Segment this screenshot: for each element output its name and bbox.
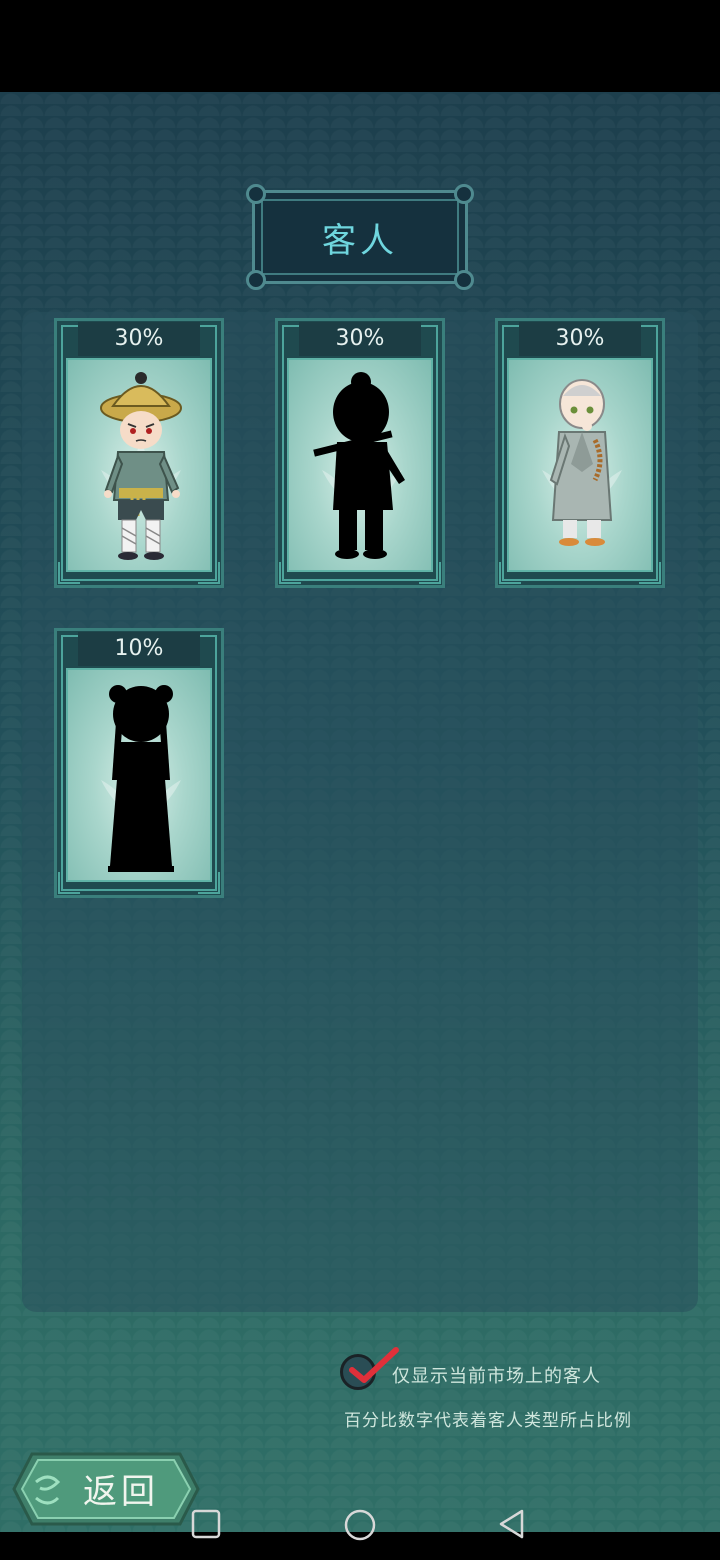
game-screen: 客人 30% 30% 30% 10% 仅显示当前市场上的客人 百分比数字代表着客… xyxy=(0,92,720,1532)
card-art xyxy=(287,358,433,572)
plaque-ornament xyxy=(246,184,266,204)
card-art xyxy=(507,358,653,572)
card-ornament xyxy=(639,562,661,584)
monk-figure xyxy=(549,379,613,546)
customer-card-farmer[interactable]: 30% xyxy=(54,318,224,588)
percent-note: 百分比数字代表着客人类型所占比例 xyxy=(344,1411,632,1431)
home-icon[interactable] xyxy=(343,1508,377,1542)
customer-panel: 30% 30% 30% 10% xyxy=(22,312,698,1312)
customer-percent: 30% xyxy=(78,322,200,356)
card-ornament xyxy=(499,562,521,584)
customer-percent: 30% xyxy=(519,322,641,356)
page-title: 客人 xyxy=(322,220,398,261)
card-art xyxy=(66,358,212,572)
card-ornament xyxy=(58,562,80,584)
recent-apps-icon[interactable] xyxy=(190,1508,222,1540)
customer-card-swordsman[interactable]: 30% xyxy=(275,318,445,588)
back-icon[interactable] xyxy=(496,1508,528,1540)
card-ornament xyxy=(279,562,301,584)
silhouette-lady-figure xyxy=(108,685,174,872)
plaque-ornament xyxy=(454,184,474,204)
customer-percent: 30% xyxy=(299,322,421,356)
plaque-ornament xyxy=(454,270,474,290)
show-market-only-checkbox[interactable] xyxy=(340,1347,399,1394)
show-market-only-label[interactable]: 仅显示当前市场上的客人 xyxy=(392,1362,601,1388)
silhouette-swordsman-figure xyxy=(313,372,405,559)
customer-percent: 10% xyxy=(78,632,200,666)
card-ornament xyxy=(58,872,80,894)
card-ornament xyxy=(419,562,441,584)
customer-card-monk[interactable]: 30% xyxy=(495,318,665,588)
status-bar xyxy=(0,0,720,92)
customer-card-lady[interactable]: 10% xyxy=(54,628,224,898)
farmer-figure xyxy=(100,372,182,560)
card-art xyxy=(66,668,212,882)
title-plaque: 客人 xyxy=(246,184,474,290)
system-nav-bar xyxy=(0,1500,720,1560)
plaque-ornament xyxy=(246,270,266,290)
card-ornament xyxy=(198,562,220,584)
card-ornament xyxy=(198,872,220,894)
